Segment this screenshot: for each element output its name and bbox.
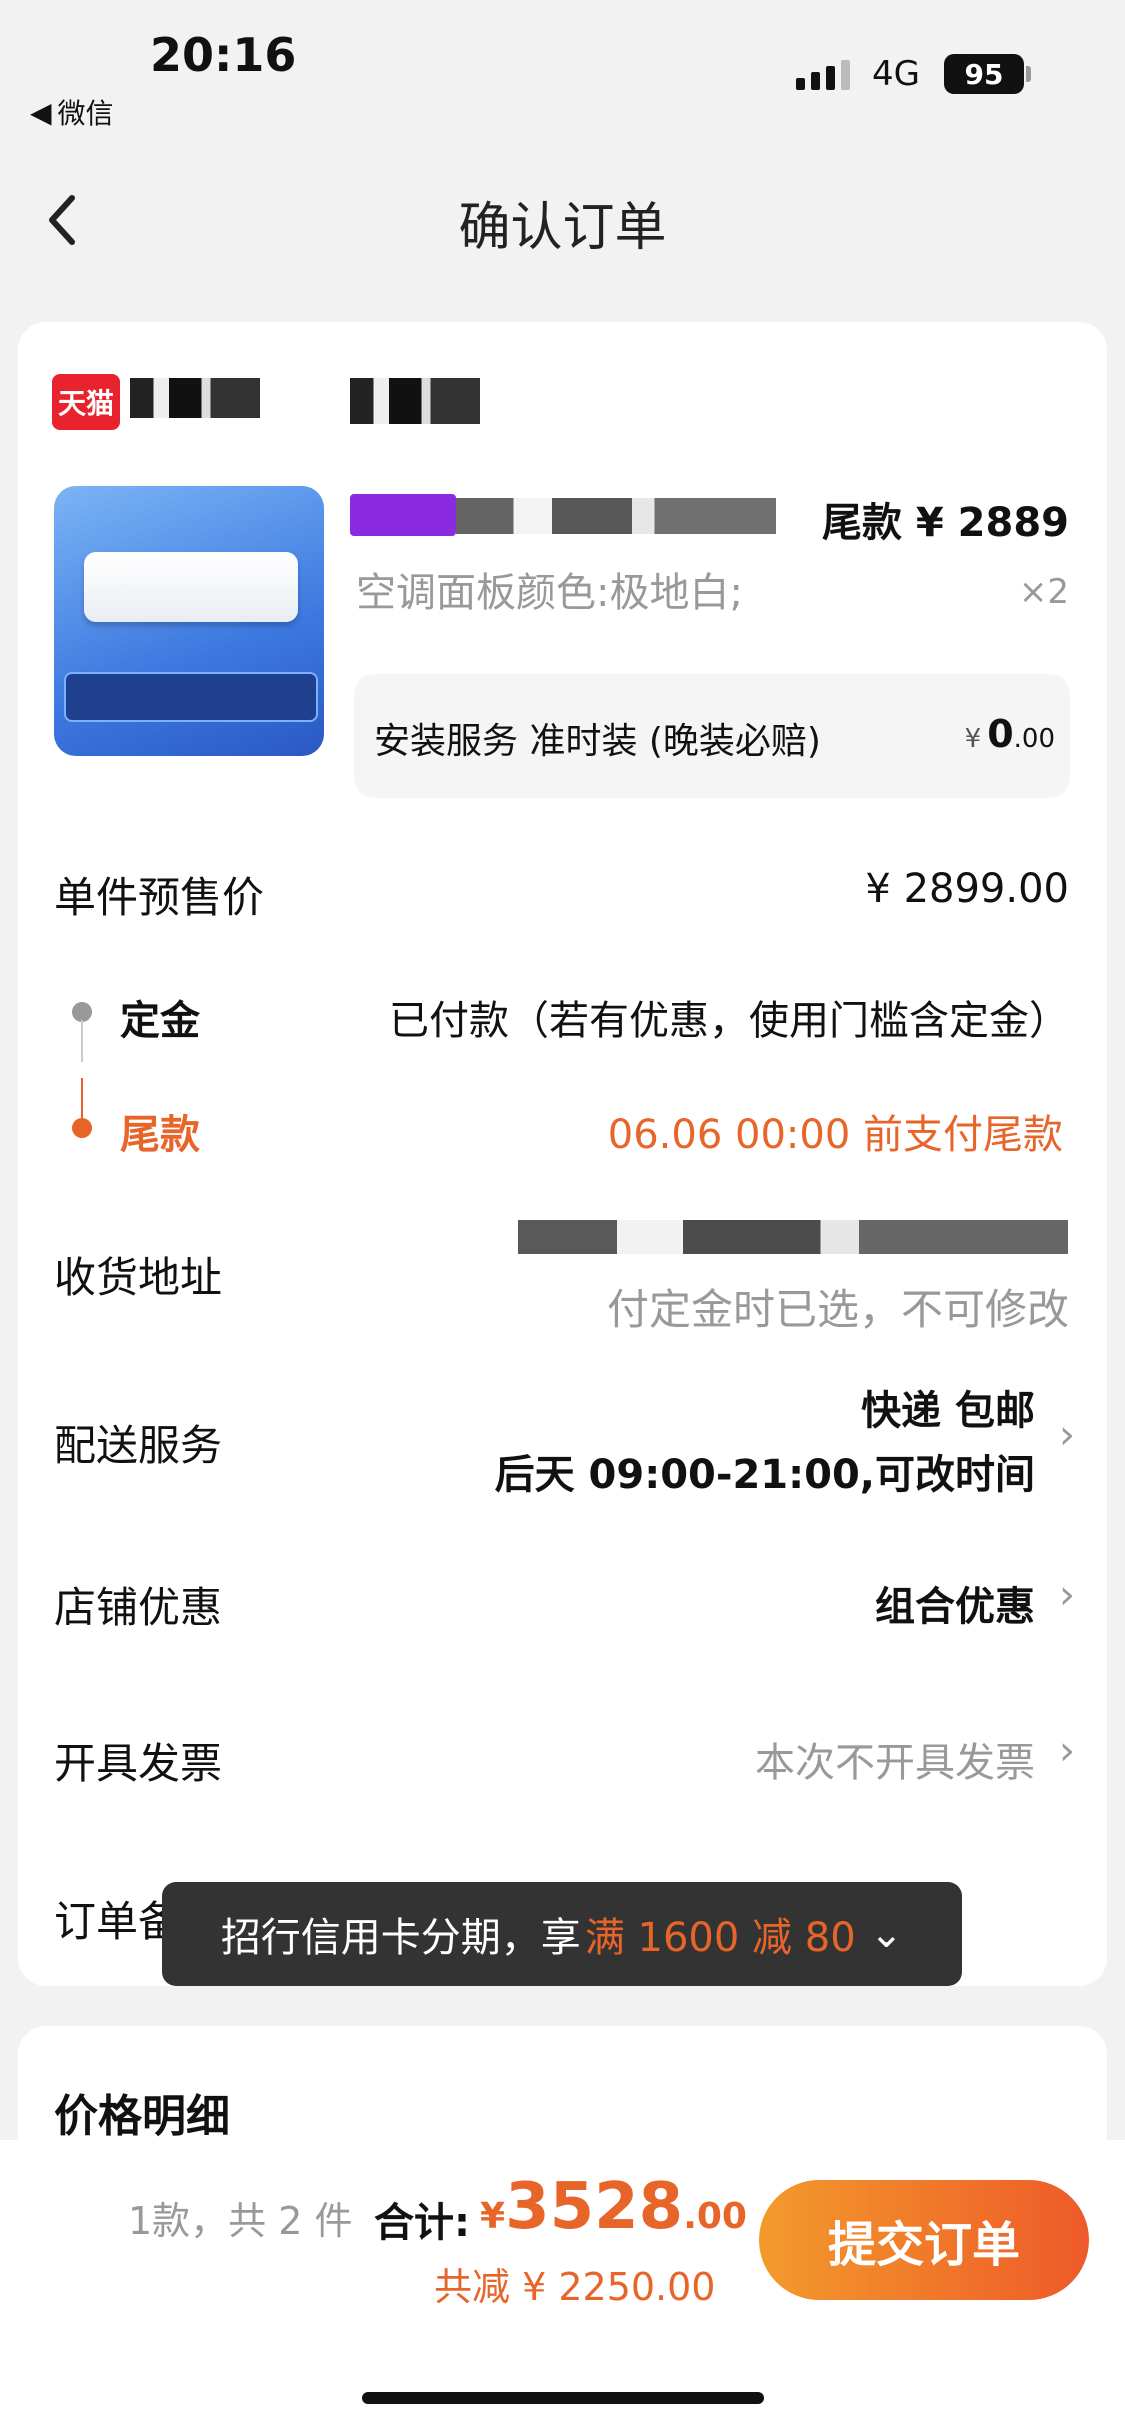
total-int: 3528 — [505, 2170, 684, 2244]
balance-dot — [72, 1118, 92, 1138]
timeline-line-orange — [81, 1078, 83, 1120]
product-quantity: ×2 — [1018, 572, 1069, 612]
submit-order-button[interactable]: 提交订单 — [759, 2180, 1089, 2300]
discount-value: 组合优惠 — [875, 1584, 1035, 1630]
delivery-time: 后天 09:00-21:00,可改时间 — [494, 1452, 1035, 1498]
balance-value: 06.06 00:00 前支付尾款 — [607, 1112, 1063, 1158]
timeline-line-grey — [81, 1020, 83, 1062]
unit-price-value: ¥ 2899.00 — [865, 866, 1069, 912]
total-label: 合计: — [374, 2200, 470, 2246]
shop-name-redacted-2 — [350, 378, 480, 424]
chevron-right-icon[interactable]: › — [1059, 1572, 1075, 1618]
chevron-right-icon[interactable]: › — [1059, 1728, 1075, 1774]
install-service-label: 安装服务 准时装 (晚装必赔) — [374, 721, 821, 762]
chevron-right-icon[interactable]: › — [1059, 1412, 1075, 1458]
address-label: 收货地址 — [54, 1253, 223, 1302]
item-count: 1款，共 2 件 — [128, 2199, 353, 2243]
back-to-wechat[interactable]: ◀ 微信 — [30, 92, 114, 132]
install-price-int: 0 — [987, 712, 1014, 756]
double-chevron-down-icon: ⌄ — [869, 1911, 904, 1957]
back-triangle-icon: ◀ — [30, 95, 52, 129]
product-spec: 空调面板颜色:极地白; — [356, 570, 743, 616]
unit-price-label: 单件预售价 — [54, 873, 265, 922]
credit-card-promo-toast[interactable]: 招行信用卡分期，享 满 1600 减 80 ⌄ — [162, 1882, 962, 1986]
toast-highlight: 满 1600 减 80 — [584, 1915, 856, 1961]
invoice-label[interactable]: 开具发票 — [54, 1730, 222, 1791]
product-title-redacted — [350, 494, 456, 536]
total-currency: ¥ — [480, 2196, 506, 2237]
invoice-value: 本次不开具发票 — [755, 1740, 1035, 1786]
product-badge-band — [64, 672, 318, 722]
install-currency: ¥ — [964, 724, 982, 754]
total-dec: .00 — [683, 2196, 747, 2237]
tmall-logo: 天猫 — [52, 374, 120, 430]
battery-tip — [1026, 66, 1031, 82]
price-detail-title: 价格明细 — [54, 2091, 230, 2142]
network-label: 4G — [872, 54, 920, 94]
install-price-dec: .00 — [1013, 724, 1055, 754]
deposit-dot — [72, 1002, 92, 1022]
toast-text: 招行信用卡分期，享 — [220, 1915, 581, 1961]
status-time: 20:16 — [150, 28, 297, 82]
shop-name-redacted — [130, 378, 260, 418]
battery-icon: 95 — [944, 54, 1024, 94]
page-title: 确认订单 — [458, 198, 667, 258]
install-service-price: ¥ 0 .00 — [965, 712, 1055, 756]
back-app-label: 微信 — [57, 97, 114, 130]
ac-unit-illustration — [84, 552, 298, 622]
delivery-method: 快递 包邮 — [861, 1388, 1035, 1434]
balance-label: 尾款 — [120, 1112, 200, 1158]
signal-icon — [796, 60, 850, 90]
product-title-redacted-2 — [456, 498, 776, 534]
discount-label[interactable]: 店铺优惠 — [54, 1574, 222, 1635]
home-indicator[interactable] — [362, 2392, 764, 2404]
address-note: 付定金时已选，不可修改 — [606, 1285, 1069, 1334]
final-payment-price: 尾款 ¥ 2889 — [821, 500, 1069, 546]
delivery-label[interactable]: 配送服务 — [54, 1412, 222, 1473]
deposit-label: 定金 — [120, 998, 200, 1044]
total-saved: 共减 ¥ 2250.00 — [434, 2265, 716, 2309]
address-redacted — [518, 1220, 1068, 1254]
product-image[interactable] — [54, 486, 324, 756]
deposit-value: 已付款（若有优惠，使用门槛含定金） — [389, 998, 1069, 1044]
total-price: ¥ 3528 .00 — [480, 2170, 747, 2244]
